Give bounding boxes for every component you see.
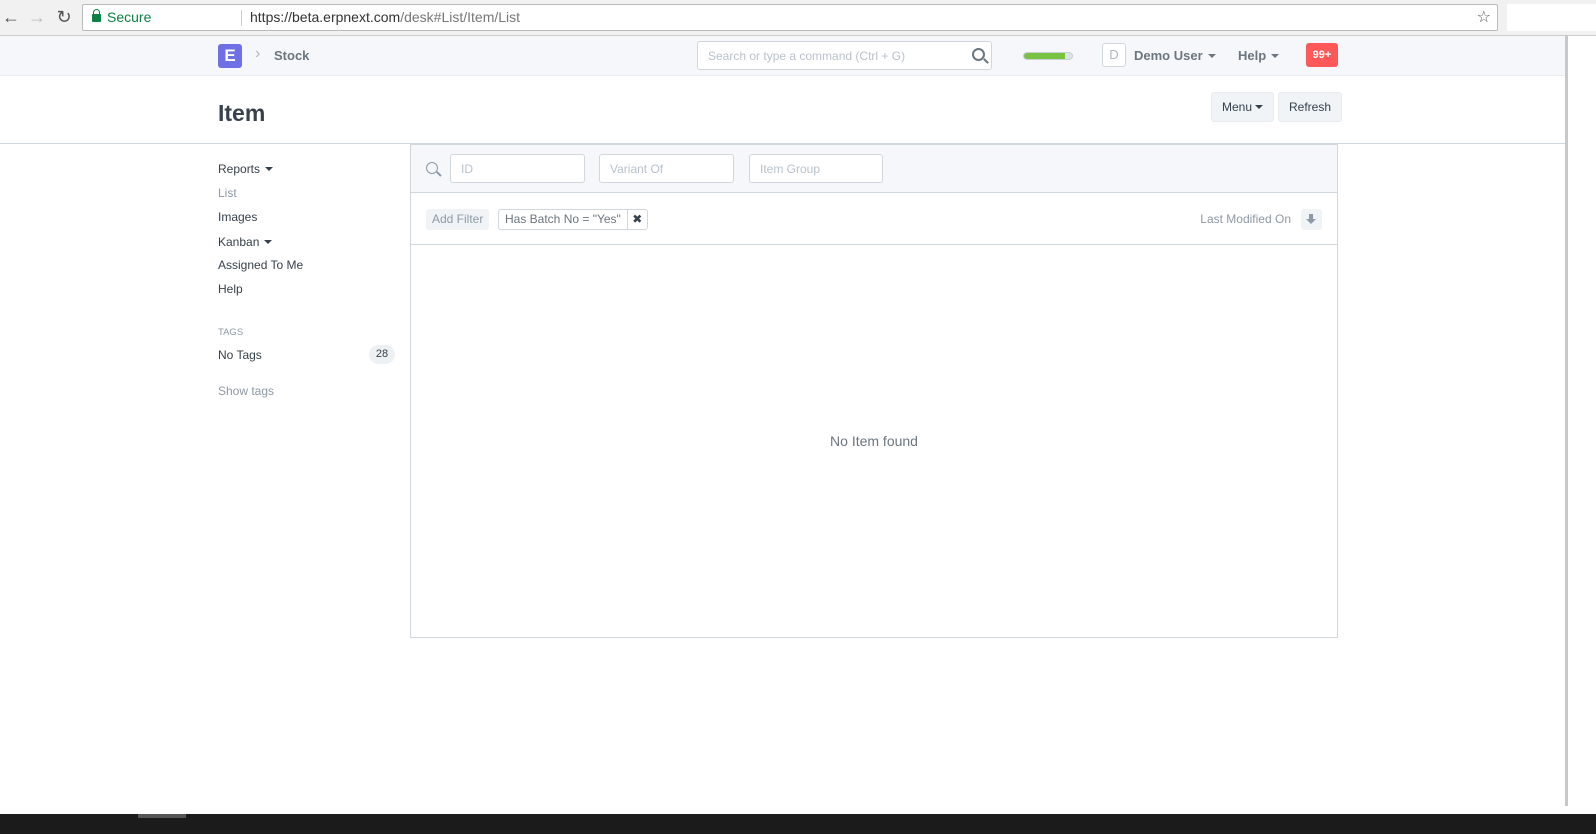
caret-down-icon	[1271, 53, 1280, 58]
taskbar	[0, 814, 1596, 834]
page-title: Item	[218, 100, 266, 126]
sidebar-item-help[interactable]: Help	[218, 282, 243, 296]
app-navbar: E › Stock D Demo User Help 99+	[0, 36, 1565, 76]
app-logo[interactable]: E	[218, 44, 242, 68]
taskbar-indicator	[138, 814, 186, 818]
id-filter-input[interactable]	[450, 154, 585, 183]
back-icon[interactable]: ←	[0, 6, 22, 28]
page-head: Item Menu Refresh	[0, 76, 1565, 144]
sidebar-item-images[interactable]: Images	[218, 210, 257, 224]
url-separator	[241, 10, 242, 26]
close-icon[interactable]: ✖	[628, 210, 647, 229]
filter-row: Add Filter Has Batch No = "Yes" ✖ Last M…	[411, 193, 1337, 245]
list-panel: Add Filter Has Batch No = "Yes" ✖ Last M…	[410, 144, 1338, 638]
progress-bar	[1023, 52, 1073, 60]
url-host: https://beta.erpnext.com	[250, 9, 401, 25]
reload-icon[interactable]: ↻	[53, 6, 75, 28]
help-menu-label: Help	[1238, 48, 1267, 63]
breadcrumb[interactable]: Stock	[274, 48, 309, 63]
sidebar-item-reports[interactable]: Reports	[218, 162, 274, 176]
secure-label: Secure	[107, 9, 152, 25]
filter-chip-label[interactable]: Has Batch No = "Yes"	[499, 210, 628, 229]
tag-count-badge: 28	[369, 345, 395, 364]
empty-state-message: No Item found	[830, 433, 918, 449]
notifications-badge[interactable]: 99+	[1306, 43, 1338, 67]
awesome-bar[interactable]	[697, 41, 992, 70]
standard-filter-area	[411, 145, 1337, 193]
menu-button-label: Menu	[1222, 100, 1253, 114]
url-text[interactable]: https://beta.erpnext.com/desk#List/Item/…	[250, 5, 520, 30]
user-menu-label: Demo User	[1134, 48, 1203, 63]
sidebar-item-label: Kanban	[218, 235, 260, 249]
sidebar-item-list[interactable]: List	[218, 186, 237, 200]
refresh-button[interactable]: Refresh	[1278, 92, 1343, 122]
user-menu[interactable]: Demo User	[1134, 48, 1216, 63]
bookmark-star-icon[interactable]: ☆	[1477, 5, 1491, 30]
search-icon[interactable]	[972, 48, 985, 61]
caret-down-icon	[1255, 104, 1264, 109]
search-icon	[426, 162, 438, 174]
sidebar-item-kanban[interactable]: Kanban	[218, 235, 273, 249]
browser-toolbar: ← → ↻ Secure https://beta.erpnext.com/de…	[0, 0, 1596, 36]
sort-order-icon[interactable]	[1301, 209, 1322, 230]
active-filter-chip[interactable]: Has Batch No = "Yes" ✖	[498, 209, 648, 230]
search-input[interactable]	[698, 42, 958, 69]
sidebar-item-no-tags[interactable]: No Tags	[218, 348, 262, 362]
sort-selector[interactable]: Last Modified On	[1200, 212, 1291, 226]
address-bar[interactable]: Secure https://beta.erpnext.com/desk#Lis…	[82, 4, 1498, 31]
scrollbar[interactable]	[1565, 36, 1568, 806]
secure-indicator[interactable]: Secure	[92, 5, 151, 30]
caret-down-icon	[265, 166, 274, 171]
sidebar-item-assigned-to-me[interactable]: Assigned To Me	[218, 258, 303, 272]
chrome-extension-area	[1507, 4, 1596, 31]
forward-icon[interactable]: →	[26, 6, 48, 28]
menu-button[interactable]: Menu	[1211, 92, 1275, 122]
item-group-filter-input[interactable]	[749, 154, 883, 183]
show-tags-link[interactable]: Show tags	[218, 384, 274, 398]
add-filter-button[interactable]: Add Filter	[426, 209, 490, 230]
url-path: /desk#List/Item/List	[400, 9, 521, 25]
lock-icon	[92, 9, 101, 22]
avatar[interactable]: D	[1102, 43, 1126, 67]
tags-heading: TAGS	[218, 327, 244, 338]
caret-down-icon	[1207, 53, 1216, 58]
sidebar-item-label: Reports	[218, 162, 261, 176]
variant-of-filter-input[interactable]	[599, 154, 734, 183]
chevron-right-icon: ›	[255, 45, 261, 62]
help-menu[interactable]: Help	[1238, 48, 1280, 63]
progress-fill	[1024, 53, 1065, 59]
caret-down-icon	[264, 239, 273, 244]
